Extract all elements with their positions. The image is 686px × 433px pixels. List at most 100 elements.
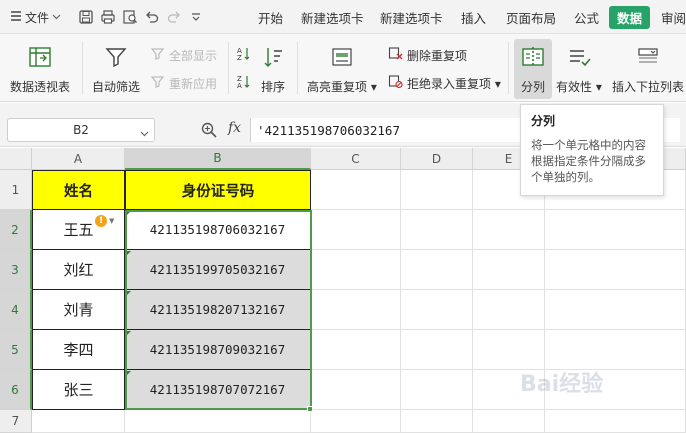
zoom-icon[interactable] <box>200 121 218 139</box>
function-icon[interactable]: fx <box>228 120 241 136</box>
error-check-tag[interactable]: ! ▼ <box>95 214 123 228</box>
show-all-button[interactable]: 全部显示 <box>150 46 217 64</box>
ribbon-data: 数据透视表 自动筛选 全部显示 重新应用 AZ ZA 排序 高亮重复项 ▾ 删除… <box>0 34 686 102</box>
svg-text:A: A <box>237 82 242 89</box>
file-menu[interactable]: 文件 <box>6 9 65 26</box>
sort-label: 排序 <box>260 80 285 94</box>
empty-cell[interactable] <box>473 250 545 290</box>
empty-cell[interactable] <box>311 210 401 250</box>
insert-dropdown-label: 插入下拉列表 <box>612 80 685 94</box>
sort-icon <box>260 44 286 73</box>
quick-access: 文件 <box>6 7 207 27</box>
empty-cell[interactable] <box>401 250 473 290</box>
empty-cell[interactable] <box>401 330 473 370</box>
text-to-columns-button[interactable]: 分列 <box>520 44 546 95</box>
empty-cell[interactable] <box>311 410 401 433</box>
delete-duplicates-button[interactable]: 删除重复项 <box>388 46 467 64</box>
empty-cell[interactable] <box>473 210 545 250</box>
reapply-button[interactable]: 重新应用 <box>150 74 217 92</box>
select-all-corner[interactable] <box>0 148 32 170</box>
tab-new-2[interactable]: 新建选项卡 <box>380 8 443 27</box>
row-header-3[interactable]: 3 <box>0 250 32 290</box>
redo-icon[interactable] <box>163 7 185 27</box>
cell-name[interactable]: 张三 <box>32 370 125 410</box>
empty-cell[interactable] <box>473 330 545 370</box>
tooltip-title: 分列 <box>531 114 556 128</box>
empty-cell[interactable] <box>32 410 125 433</box>
cell-id[interactable]: 421135198707072167 <box>125 370 311 410</box>
cell-name[interactable]: 刘红 <box>32 250 125 290</box>
tab-home[interactable]: 开始 <box>258 8 283 27</box>
empty-cell[interactable] <box>125 410 311 433</box>
empty-cell[interactable] <box>545 250 686 290</box>
column-header-d[interactable]: D <box>401 148 473 170</box>
tab-formulas[interactable]: 公式 <box>574 8 599 27</box>
fill-handle[interactable] <box>307 406 313 412</box>
empty-cell[interactable] <box>473 370 545 410</box>
cell-id[interactable]: 421135198709032167 <box>125 330 311 370</box>
row-header-7[interactable]: 7 <box>0 410 32 433</box>
validity-icon <box>566 44 592 73</box>
cell-id[interactable]: 421135199705032167 <box>125 250 311 290</box>
sort-button[interactable]: 排序 <box>260 44 286 95</box>
cell-name[interactable]: 李四 <box>32 330 125 370</box>
print-preview-icon[interactable] <box>119 7 141 27</box>
tab-page-layout[interactable]: 页面布局 <box>506 8 556 27</box>
row-header-6[interactable]: 6 <box>0 370 32 410</box>
empty-cell[interactable] <box>311 290 401 330</box>
save-icon[interactable] <box>75 7 97 27</box>
empty-cell[interactable] <box>311 370 401 410</box>
empty-cell[interactable] <box>401 290 473 330</box>
print-icon[interactable] <box>97 7 119 27</box>
empty-cell[interactable] <box>545 290 686 330</box>
cell-id-value: 421135198709032167 <box>149 342 286 357</box>
empty-cell[interactable] <box>401 410 473 433</box>
validity-button[interactable]: 有效性 ▾ <box>556 44 602 95</box>
ribbon-divider <box>228 42 229 94</box>
empty-cell[interactable] <box>545 330 686 370</box>
header-cell-name[interactable]: 姓名 <box>32 170 125 210</box>
row-header-1[interactable]: 1 <box>0 170 32 210</box>
pivot-table-icon <box>27 44 53 73</box>
name-box[interactable]: B2 <box>7 118 155 142</box>
empty-cell[interactable] <box>401 210 473 250</box>
chevron-down-icon <box>52 10 61 24</box>
cell-name[interactable]: 刘青 <box>32 290 125 330</box>
empty-cell[interactable] <box>473 290 545 330</box>
pivot-table-button[interactable]: 数据透视表 <box>10 44 70 95</box>
sort-descending-button[interactable]: ZA <box>236 74 251 92</box>
text-number-indicator <box>126 251 131 256</box>
sort-ascending-button[interactable]: AZ <box>236 46 251 64</box>
cell-id[interactable]: 421135198207132167 <box>125 290 311 330</box>
chevron-down-icon <box>140 127 149 141</box>
empty-cell[interactable] <box>545 210 686 250</box>
tab-data[interactable]: 数据 <box>609 6 651 29</box>
highlight-duplicates-button[interactable]: 高亮重复项 ▾ <box>307 44 377 95</box>
column-header-a[interactable]: A <box>32 148 125 170</box>
customize-chevron-icon[interactable] <box>185 7 207 27</box>
column-header-b[interactable]: B <box>125 148 311 170</box>
reject-duplicate-entry-button[interactable]: 拒绝录入重复项 ▾ <box>388 74 501 92</box>
empty-cell[interactable] <box>311 170 401 210</box>
empty-cell[interactable] <box>473 410 545 433</box>
undo-icon[interactable] <box>141 7 163 27</box>
row-header-2[interactable]: 2 <box>0 210 32 250</box>
tab-new-1[interactable]: 新建选项卡 <box>301 8 364 27</box>
row-header-5[interactable]: 5 <box>0 330 32 370</box>
insert-dropdown-button[interactable]: 插入下拉列表 <box>612 44 684 95</box>
empty-cell[interactable] <box>545 370 686 410</box>
empty-cell[interactable] <box>401 170 473 210</box>
row-header-4[interactable]: 4 <box>0 290 32 330</box>
empty-cell[interactable] <box>401 370 473 410</box>
auto-filter-button[interactable]: 自动筛选 <box>92 44 140 95</box>
empty-cell[interactable] <box>545 410 686 433</box>
tab-insert[interactable]: 插入 <box>461 8 486 27</box>
header-cell-id[interactable]: 身份证号码 <box>125 170 311 210</box>
tab-review[interactable]: 审阅 <box>661 8 686 27</box>
empty-cell[interactable] <box>311 250 401 290</box>
file-menu-label: 文件 <box>25 10 50 25</box>
column-header-c[interactable]: C <box>311 148 401 170</box>
cell-id[interactable]: 421135198706032167 <box>125 210 311 250</box>
empty-cell[interactable] <box>311 330 401 370</box>
svg-text:Z: Z <box>237 54 242 61</box>
